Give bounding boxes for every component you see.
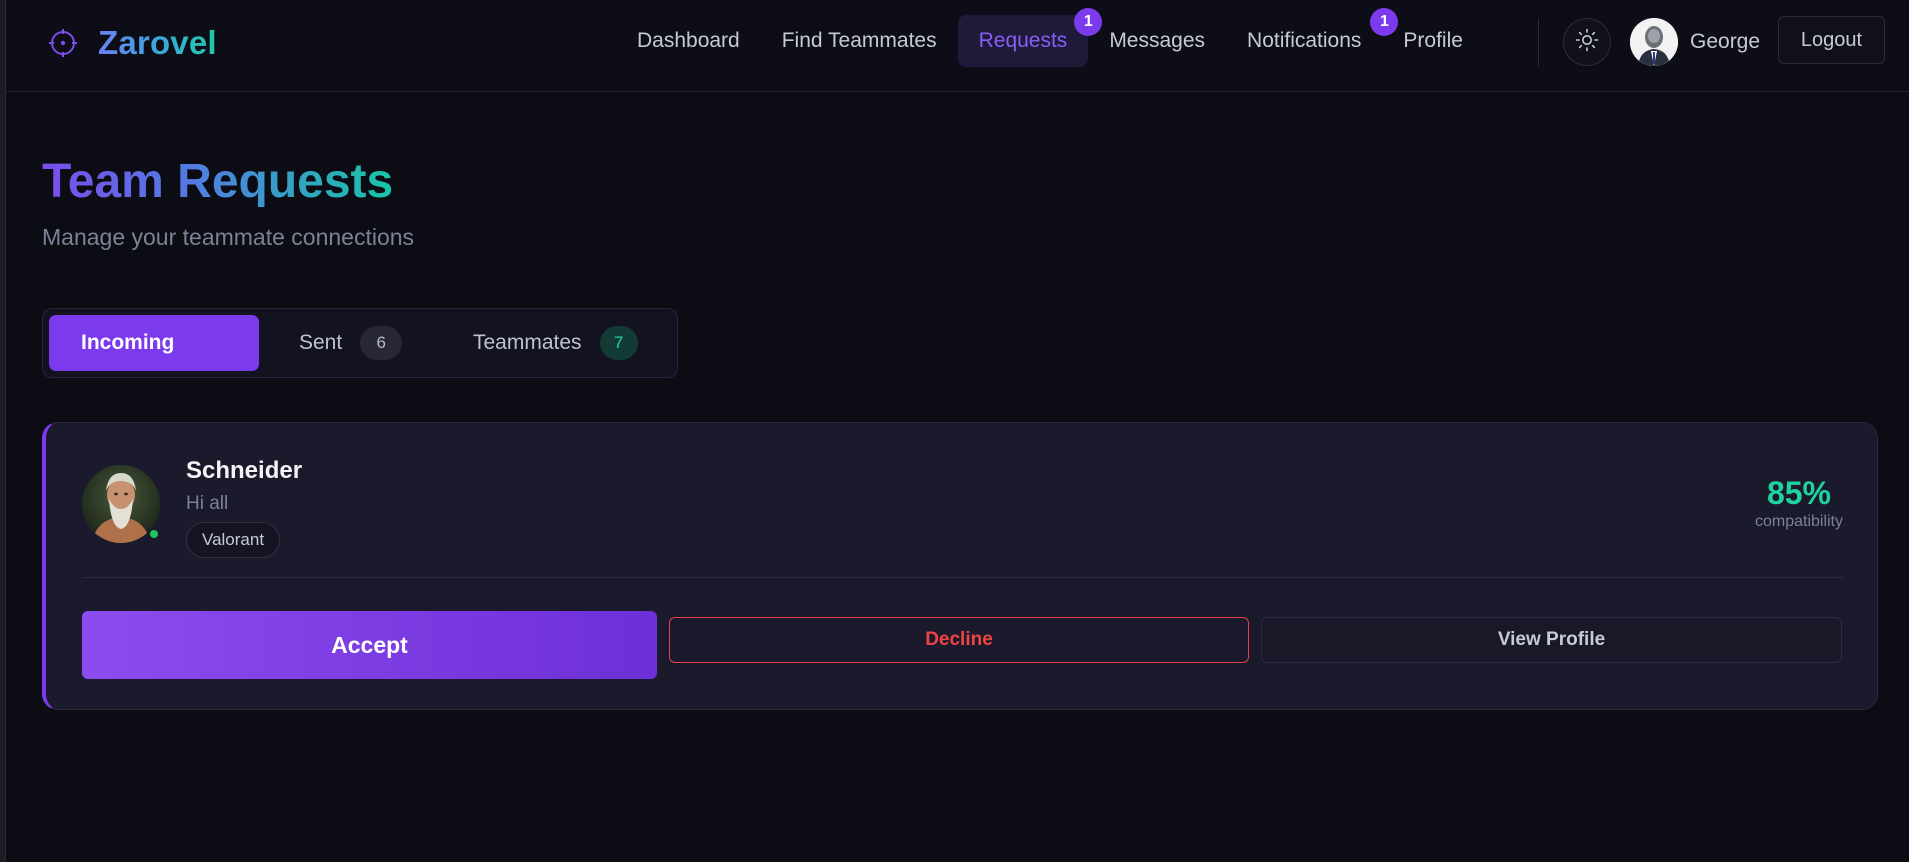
compatibility-label: compatibility: [1754, 513, 1843, 530]
nav-dashboard[interactable]: Dashboard: [616, 15, 761, 67]
crosshair-logo-icon: [48, 28, 78, 58]
request-message: Hi all: [186, 493, 229, 514]
nav-links: Dashboard Find Teammates Requests 1 Mess…: [616, 8, 1484, 67]
tab-sent[interactable]: Sent 6: [299, 315, 403, 371]
nav-dashboard-label: Dashboard: [637, 29, 740, 52]
tab-teammates-label: Teammates: [473, 331, 582, 354]
nav-messages-label: Messages: [1109, 29, 1206, 52]
nav-profile-label: Profile: [1403, 29, 1463, 52]
user-name: George: [1690, 30, 1761, 53]
tab-incoming-label: Incoming: [81, 331, 175, 354]
nav-notifications[interactable]: Notifications 1: [1226, 8, 1399, 67]
decline-button[interactable]: Decline: [669, 617, 1249, 663]
online-status-indicator: [147, 527, 161, 541]
request-tabs: Incoming Sent 6 Teammates 7: [42, 308, 678, 378]
brand[interactable]: Zarovel: [48, 22, 217, 64]
compatibility-value: 85%: [1766, 475, 1831, 511]
nav-profile[interactable]: Profile: [1382, 15, 1484, 67]
nav-notifications-label: Notifications: [1247, 29, 1362, 52]
brand-name: Zarovel: [98, 24, 217, 61]
nav-requests-label: Requests: [978, 29, 1068, 52]
nav-find-teammates[interactable]: Find Teammates: [761, 15, 958, 67]
sent-count-badge: 6: [360, 326, 403, 360]
game-tag: Valorant: [186, 522, 281, 558]
user-avatar[interactable]: [1630, 18, 1678, 66]
view-profile-button[interactable]: View Profile: [1261, 617, 1842, 663]
compatibility-score: 85% compatibility: [1755, 475, 1843, 531]
theme-toggle-button[interactable]: [1563, 18, 1611, 66]
page-subtitle: Manage your teammate connections: [42, 224, 415, 250]
tab-incoming[interactable]: Incoming: [49, 315, 259, 371]
requester-name[interactable]: Schneider: [186, 457, 302, 485]
logout-button[interactable]: Logout: [1778, 16, 1885, 64]
top-navbar: Zarovel Dashboard Find Teammates Request…: [6, 0, 1909, 92]
tab-sent-label: Sent: [299, 331, 343, 354]
request-card: Schneider Hi all Valorant 85% compatibil…: [42, 422, 1878, 710]
card-divider: [82, 577, 1843, 578]
user-menu[interactable]: George: [1630, 17, 1760, 67]
nav-messages[interactable]: Messages: [1088, 15, 1226, 67]
nav-requests[interactable]: Requests 1: [957, 8, 1103, 67]
window-edge: [0, 0, 6, 862]
teammates-count-badge: 7: [599, 326, 638, 360]
page-title: Team Requests: [42, 152, 393, 212]
nav-divider: [1538, 18, 1539, 66]
sun-icon: [1575, 28, 1599, 57]
accept-button[interactable]: Accept: [82, 611, 657, 679]
tab-teammates[interactable]: Teammates 7: [473, 315, 638, 371]
nav-find-teammates-label: Find Teammates: [781, 29, 937, 52]
app-window: Zarovel Dashboard Find Teammates Request…: [0, 0, 1909, 862]
